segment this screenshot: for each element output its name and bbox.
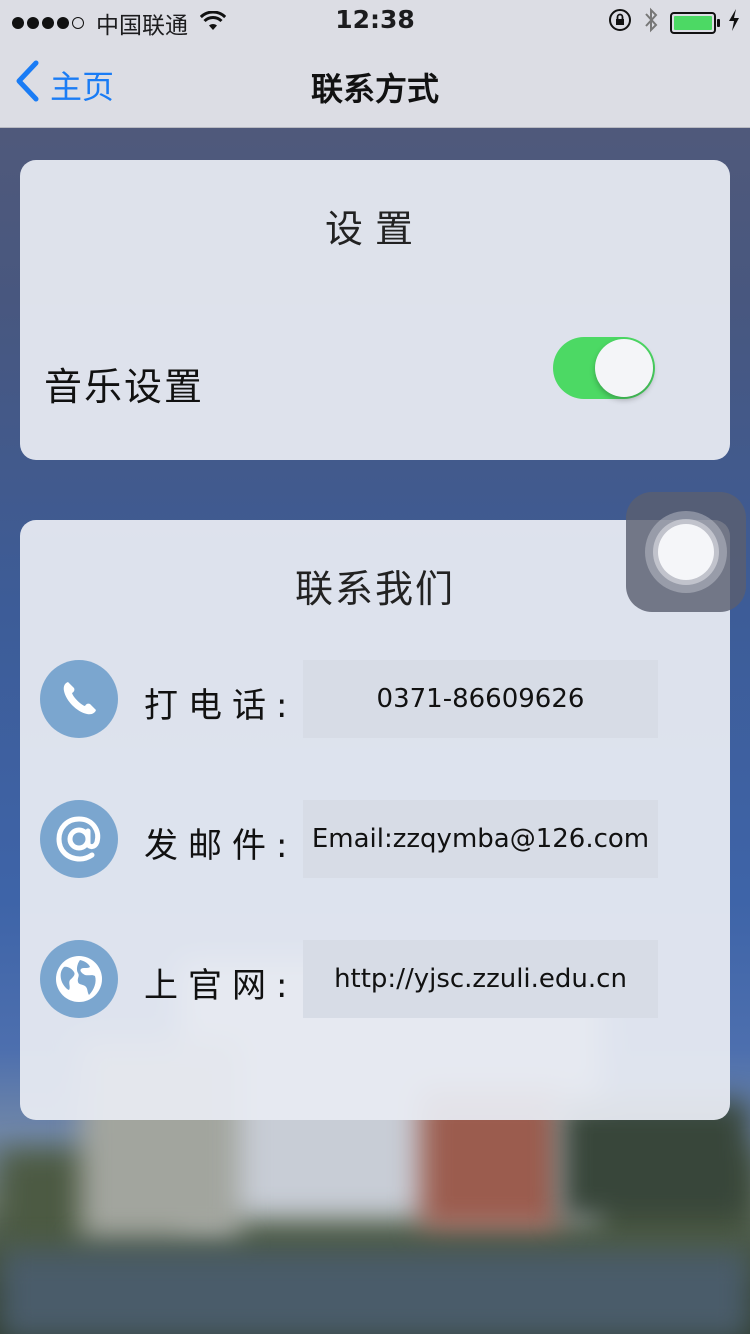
settings-card: 设置 音乐设置	[20, 160, 730, 460]
phone-number[interactable]: 0371-86609626	[303, 660, 658, 738]
bluetooth-icon	[644, 7, 658, 39]
contact-title: 联系我们	[294, 567, 455, 611]
email-row: 发邮件: Email:zzqymba@126.com	[40, 800, 660, 878]
music-setting-label: 音乐设置	[44, 365, 205, 409]
battery-icon	[670, 12, 720, 34]
website-label: 上官网:	[144, 966, 298, 1006]
navigation-bar: 主页 联系方式	[0, 40, 750, 128]
orientation-lock-icon	[608, 8, 632, 38]
charging-icon	[728, 9, 740, 37]
phone-icon[interactable]	[40, 660, 118, 738]
website-row: 上官网: http://yjsc.zzuli.edu.cn	[40, 940, 660, 1018]
email-address[interactable]: Email:zzqymba@126.com	[303, 800, 658, 878]
globe-icon[interactable]	[40, 940, 118, 1018]
at-sign-icon[interactable]	[40, 800, 118, 878]
assistive-touch-button[interactable]	[626, 492, 746, 612]
phone-label: 打电话:	[144, 686, 298, 726]
toggle-knob	[595, 339, 653, 397]
website-url[interactable]: http://yjsc.zzuli.edu.cn	[303, 940, 658, 1018]
settings-title: 设置	[324, 207, 425, 251]
contact-card: 联系我们 打电话: 0371-86609626 发邮件: Email:zzqym…	[20, 520, 730, 1120]
phone-row: 打电话: 0371-86609626	[40, 660, 660, 738]
page-title: 联系方式	[310, 70, 439, 108]
email-label: 发邮件:	[144, 826, 298, 866]
music-toggle[interactable]	[553, 337, 655, 399]
status-bar: 中国联通 12:38	[0, 0, 750, 40]
